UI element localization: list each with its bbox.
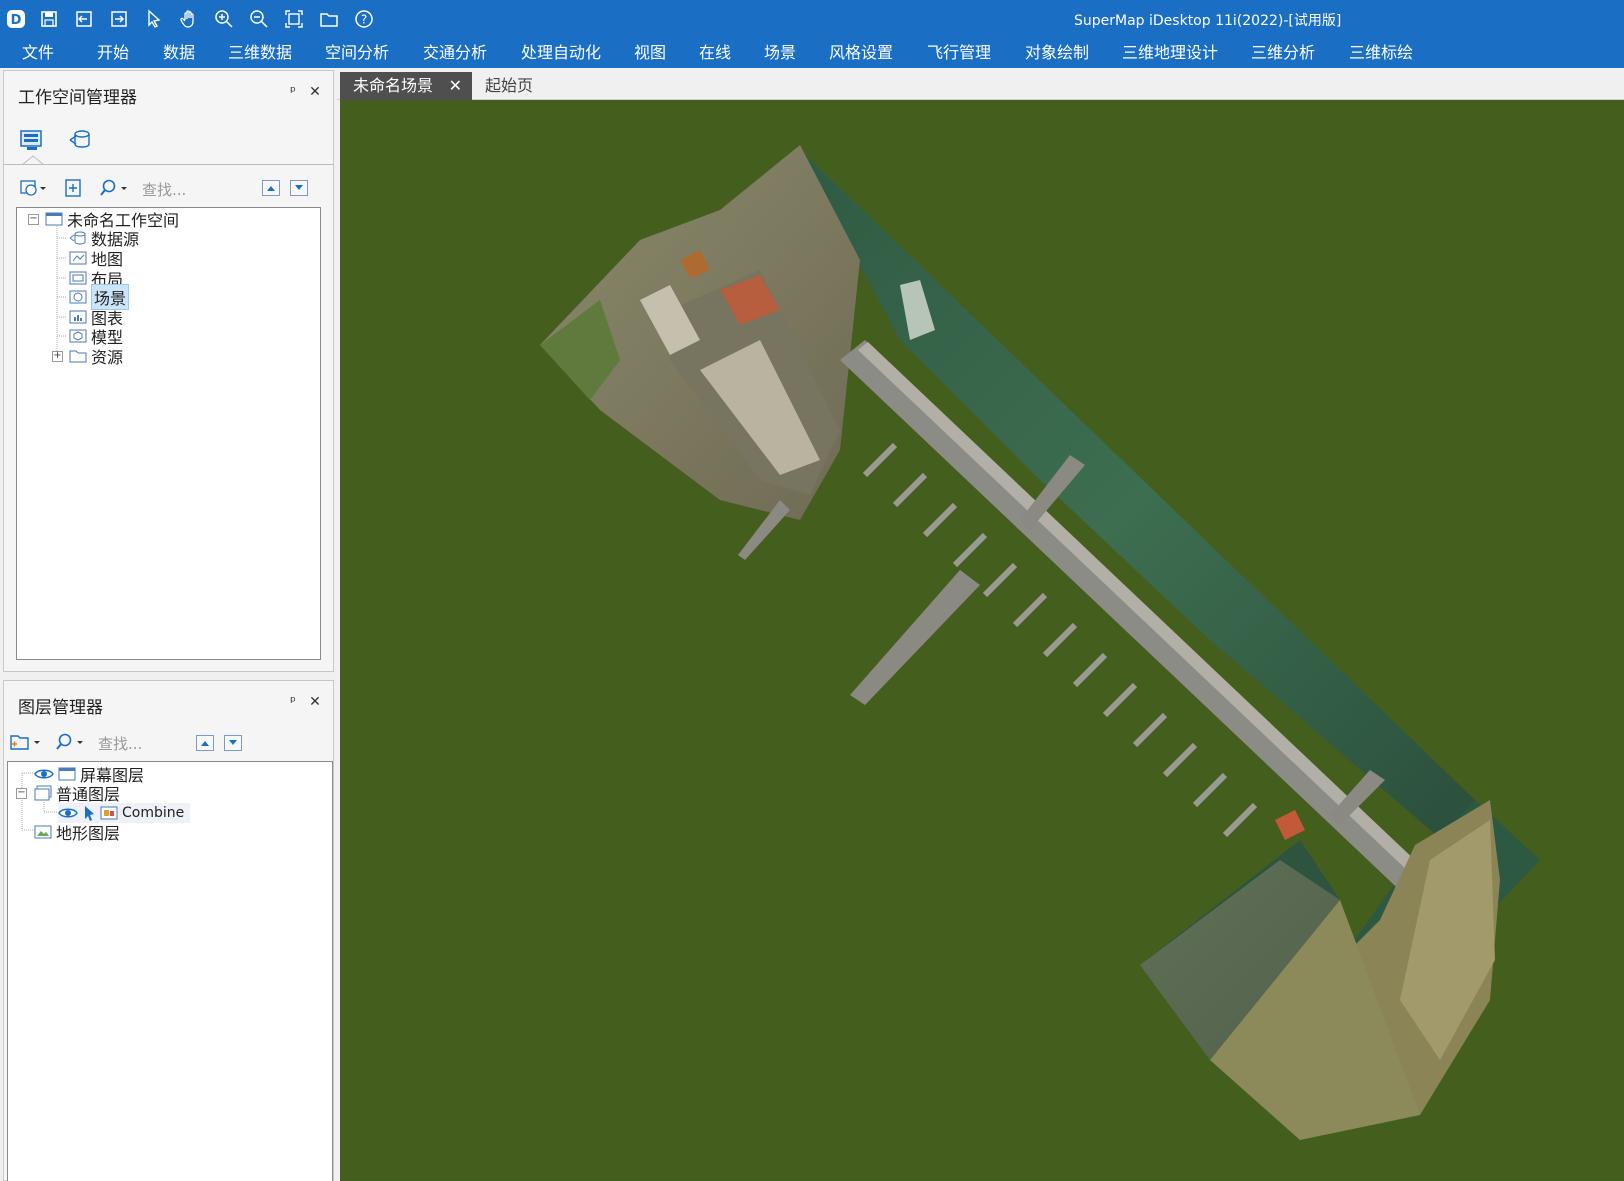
menu-3d-data[interactable]: 三维数据: [224, 38, 296, 68]
selectable-arrow-icon[interactable]: [82, 805, 96, 821]
expand-icon[interactable]: +: [52, 351, 63, 362]
open-workspace-dropdown-icon[interactable]: [18, 177, 48, 199]
panel-title: 图层管理器: [18, 698, 103, 718]
zoom-in-icon[interactable]: [211, 7, 237, 31]
tree-item-maps[interactable]: 地图: [69, 248, 123, 269]
folder-icon: [69, 348, 87, 364]
chart-icon: [69, 309, 87, 325]
save-icon[interactable]: [36, 7, 62, 31]
svg-text:?: ?: [361, 13, 367, 27]
menu-data[interactable]: 数据: [154, 38, 204, 68]
document-tab-bar: 未命名场景 ✕ 起始页: [337, 70, 1624, 100]
tree-item-terrain-layer[interactable]: 地形图层: [34, 822, 121, 843]
tree-item-resources[interactable]: 资源: [69, 346, 124, 367]
tree-item-normal-layer[interactable]: 普通图层: [34, 783, 121, 804]
search-input[interactable]: 查找...: [98, 733, 142, 754]
menu-object-drawing[interactable]: 对象绘制: [1020, 38, 1094, 68]
import-icon[interactable]: [71, 7, 97, 31]
save-workspace-icon[interactable]: [62, 177, 84, 199]
datasource-icon: [69, 230, 87, 246]
menu-file[interactable]: 文件: [14, 38, 62, 68]
app-logo-icon[interactable]: D: [3, 7, 29, 31]
tree-item-label: 资源: [91, 348, 124, 367]
map-icon: [69, 250, 87, 266]
layer-manager-panel: 图层管理器 ᵖ ✕ 查找... 屏幕图层 − 普通图层 Combine 地形图层: [3, 680, 334, 1181]
search-dropdown-icon[interactable]: [98, 177, 130, 199]
move-up-button[interactable]: [262, 180, 280, 196]
tree-item-label: 地形图层: [56, 824, 121, 843]
collapse-icon[interactable]: −: [28, 214, 39, 225]
menu-traffic-analysis[interactable]: 交通分析: [418, 38, 492, 68]
window-title: SuperMap iDesktop 11i(2022)-[试用版]: [1074, 13, 1342, 29]
tree-item-models[interactable]: 模型: [69, 326, 123, 347]
tree-item-label: 普通图层: [56, 785, 121, 804]
workspace-view-icon[interactable]: [18, 127, 46, 153]
model-icon: [69, 328, 87, 344]
model-layer-icon: [100, 805, 118, 821]
full-extent-icon[interactable]: [281, 7, 307, 31]
menu-view[interactable]: 视图: [626, 38, 674, 68]
close-icon[interactable]: ✕: [306, 83, 324, 101]
menu-3d-geodesign[interactable]: 三维地理设计: [1118, 38, 1222, 68]
zoom-out-icon[interactable]: [246, 7, 272, 31]
help-icon[interactable]: ?: [351, 7, 377, 31]
close-icon[interactable]: ✕: [306, 693, 324, 711]
menu-scene[interactable]: 场景: [756, 38, 804, 68]
select-icon[interactable]: [141, 7, 167, 31]
terrain-layer-icon: [34, 824, 52, 840]
datasource-view-icon[interactable]: [66, 127, 94, 153]
tab-start-page[interactable]: 起始页: [485, 72, 533, 100]
visible-eye-icon[interactable]: [34, 766, 54, 782]
tab-untitled-scene[interactable]: 未命名场景 ✕: [340, 72, 472, 100]
add-layer-dropdown-icon[interactable]: [8, 731, 42, 753]
screen-layer-icon: [58, 766, 76, 782]
tree-item-datasources[interactable]: 数据源: [69, 228, 139, 249]
workspace-manager-panel: 工作空间管理器 ᵖ ✕ 查找... − 未命名工作空间 数据源 地图 布局 场景…: [3, 70, 334, 672]
menu-3d-analysis[interactable]: 三维分析: [1246, 38, 1320, 68]
visible-eye-icon[interactable]: [58, 805, 78, 821]
search-dropdown-icon[interactable]: [54, 731, 86, 753]
tree-item-scenes[interactable]: 场景: [69, 284, 130, 310]
pin-icon[interactable]: ᵖ: [284, 83, 302, 101]
title-bar: D ? SuperMap iDesktop 11i(2022)-[试用版]: [0, 0, 1624, 38]
export-icon[interactable]: [106, 7, 132, 31]
workspace-icon: [45, 211, 63, 227]
open-folder-icon[interactable]: [316, 7, 342, 31]
menu-flight-manager[interactable]: 飞行管理: [922, 38, 996, 68]
menu-style-settings[interactable]: 风格设置: [824, 38, 898, 68]
close-icon[interactable]: ✕: [449, 72, 462, 100]
collapse-icon[interactable]: −: [16, 788, 27, 799]
tree-item-label: Combine: [122, 805, 185, 821]
workspace-tree: − 未命名工作空间 数据源 地图 布局 场景 图表 模型 + 资源: [16, 207, 321, 660]
layer-tree: 屏幕图层 − 普通图层 Combine 地形图层: [7, 761, 333, 1181]
scene-view[interactable]: [340, 100, 1624, 1181]
menu-bar: 文件 开始 数据 三维数据 空间分析 交通分析 处理自动化 视图 在线 场景 风…: [0, 38, 1624, 68]
svg-text:D: D: [11, 13, 22, 28]
menu-automation[interactable]: 处理自动化: [516, 38, 606, 68]
menu-online[interactable]: 在线: [691, 38, 739, 68]
pan-icon[interactable]: [176, 7, 202, 31]
search-input[interactable]: 查找...: [142, 179, 186, 200]
menu-3d-plotting[interactable]: 三维标绘: [1344, 38, 1418, 68]
move-down-button[interactable]: [224, 735, 242, 751]
scene-icon: [69, 289, 87, 305]
layer-group-icon: [34, 785, 52, 801]
menu-spatial-analysis[interactable]: 空间分析: [320, 38, 394, 68]
divider: [4, 164, 333, 165]
panel-title: 工作空间管理器: [18, 88, 137, 108]
menu-start[interactable]: 开始: [88, 38, 138, 68]
pin-icon[interactable]: ᵖ: [284, 693, 302, 711]
layout-icon: [69, 270, 87, 286]
move-down-button[interactable]: [290, 180, 308, 196]
move-up-button[interactable]: [196, 735, 214, 751]
dam-model[interactable]: [340, 100, 1624, 1181]
tree-lines: [36, 218, 67, 357]
tab-label: 未命名场景: [353, 76, 434, 95]
